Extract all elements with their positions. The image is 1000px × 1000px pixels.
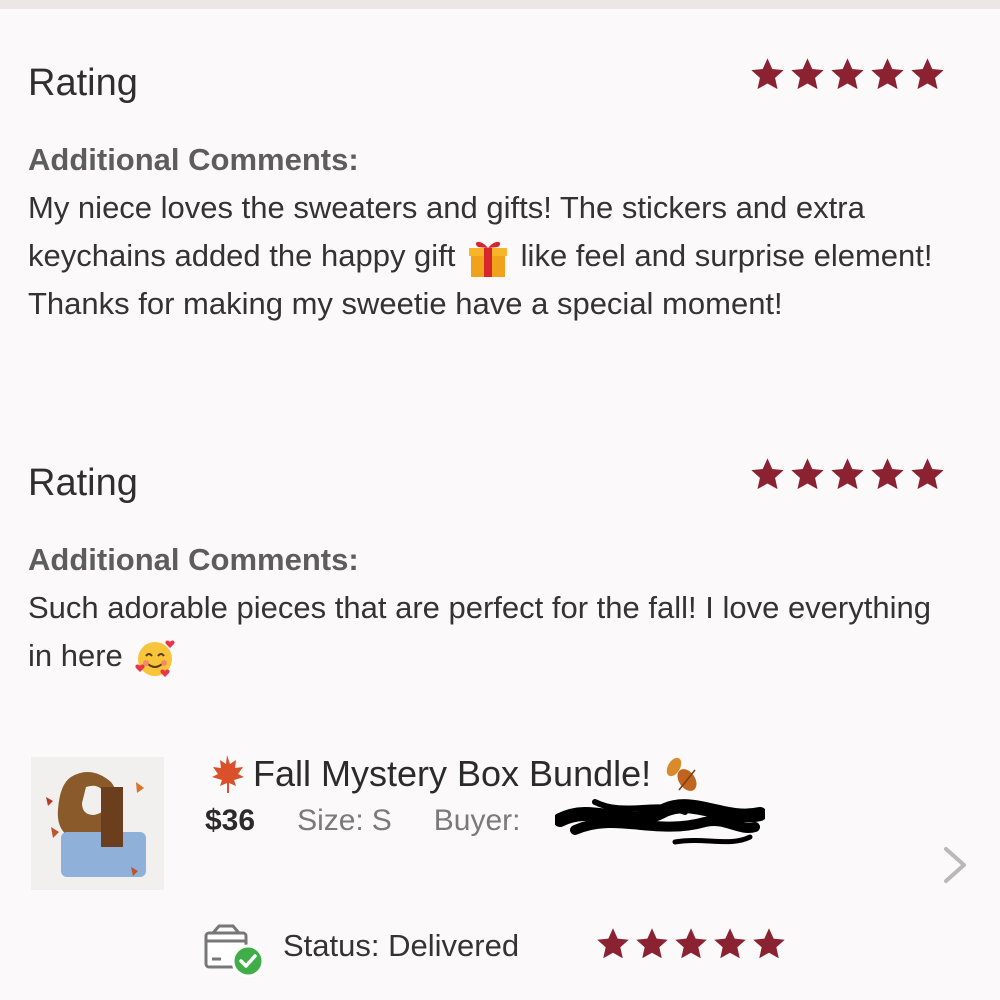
star-icon	[789, 456, 826, 493]
rating-stars	[749, 56, 946, 93]
star-icon	[595, 926, 631, 962]
listing-title[interactable]: Fall Mystery Box Bundle!	[205, 752, 703, 796]
star-icon	[673, 926, 709, 962]
buyer-label: Buyer:	[433, 804, 521, 837]
status-rating-stars	[595, 926, 787, 962]
smiling-face-with-hearts-emoji-icon	[133, 636, 177, 680]
maple-leaf-icon	[205, 752, 249, 796]
star-icon	[751, 926, 787, 962]
star-icon	[869, 56, 906, 93]
star-icon	[869, 456, 906, 493]
status-value: Delivered	[388, 928, 520, 963]
rating-row: Rating	[28, 58, 958, 112]
star-icon	[909, 456, 946, 493]
listing-meta: $36 Size: S Buyer:	[205, 804, 521, 838]
star-icon	[829, 56, 866, 93]
comment-text: Such adorable pieces that are perfect fo…	[28, 584, 943, 680]
review-card: Rating Additional Comments: My niece lov…	[28, 58, 958, 328]
rating-label: Rating	[28, 462, 138, 504]
fallen-leaves-icon	[659, 752, 703, 796]
review-card: Rating Additional Comments: Such adorabl…	[28, 458, 958, 680]
star-icon	[634, 926, 670, 962]
status-label: Status:	[283, 928, 380, 963]
comment-text: My niece loves the sweaters and gifts! T…	[28, 184, 943, 328]
listing-item[interactable]: Fall Mystery Box Bundle! $36 Size: S Buy…	[0, 740, 1000, 910]
star-icon	[749, 456, 786, 493]
star-icon	[789, 56, 826, 93]
size-label: Size:	[297, 804, 364, 837]
listing-thumbnail[interactable]	[31, 757, 164, 890]
rating-stars	[749, 456, 946, 493]
gift-emoji-icon	[466, 236, 510, 280]
order-status-row: Status: Delivered	[0, 918, 1000, 978]
rating-row: Rating	[28, 458, 958, 512]
package-delivered-icon	[204, 924, 265, 978]
size-value: S	[371, 804, 392, 837]
comments-label: Additional Comments:	[28, 142, 359, 177]
comments-label: Additional Comments:	[28, 542, 359, 577]
redaction-scribble	[555, 799, 765, 845]
chevron-right-icon[interactable]	[938, 843, 972, 887]
star-icon	[749, 56, 786, 93]
star-icon	[829, 456, 866, 493]
status-text: Status: Delivered	[283, 928, 519, 964]
listing-price: $36	[205, 804, 256, 837]
star-icon	[909, 56, 946, 93]
listing-title-text: Fall Mystery Box Bundle!	[253, 753, 652, 794]
top-edge-bar	[0, 0, 1000, 9]
rating-label: Rating	[28, 62, 138, 104]
star-icon	[712, 926, 748, 962]
